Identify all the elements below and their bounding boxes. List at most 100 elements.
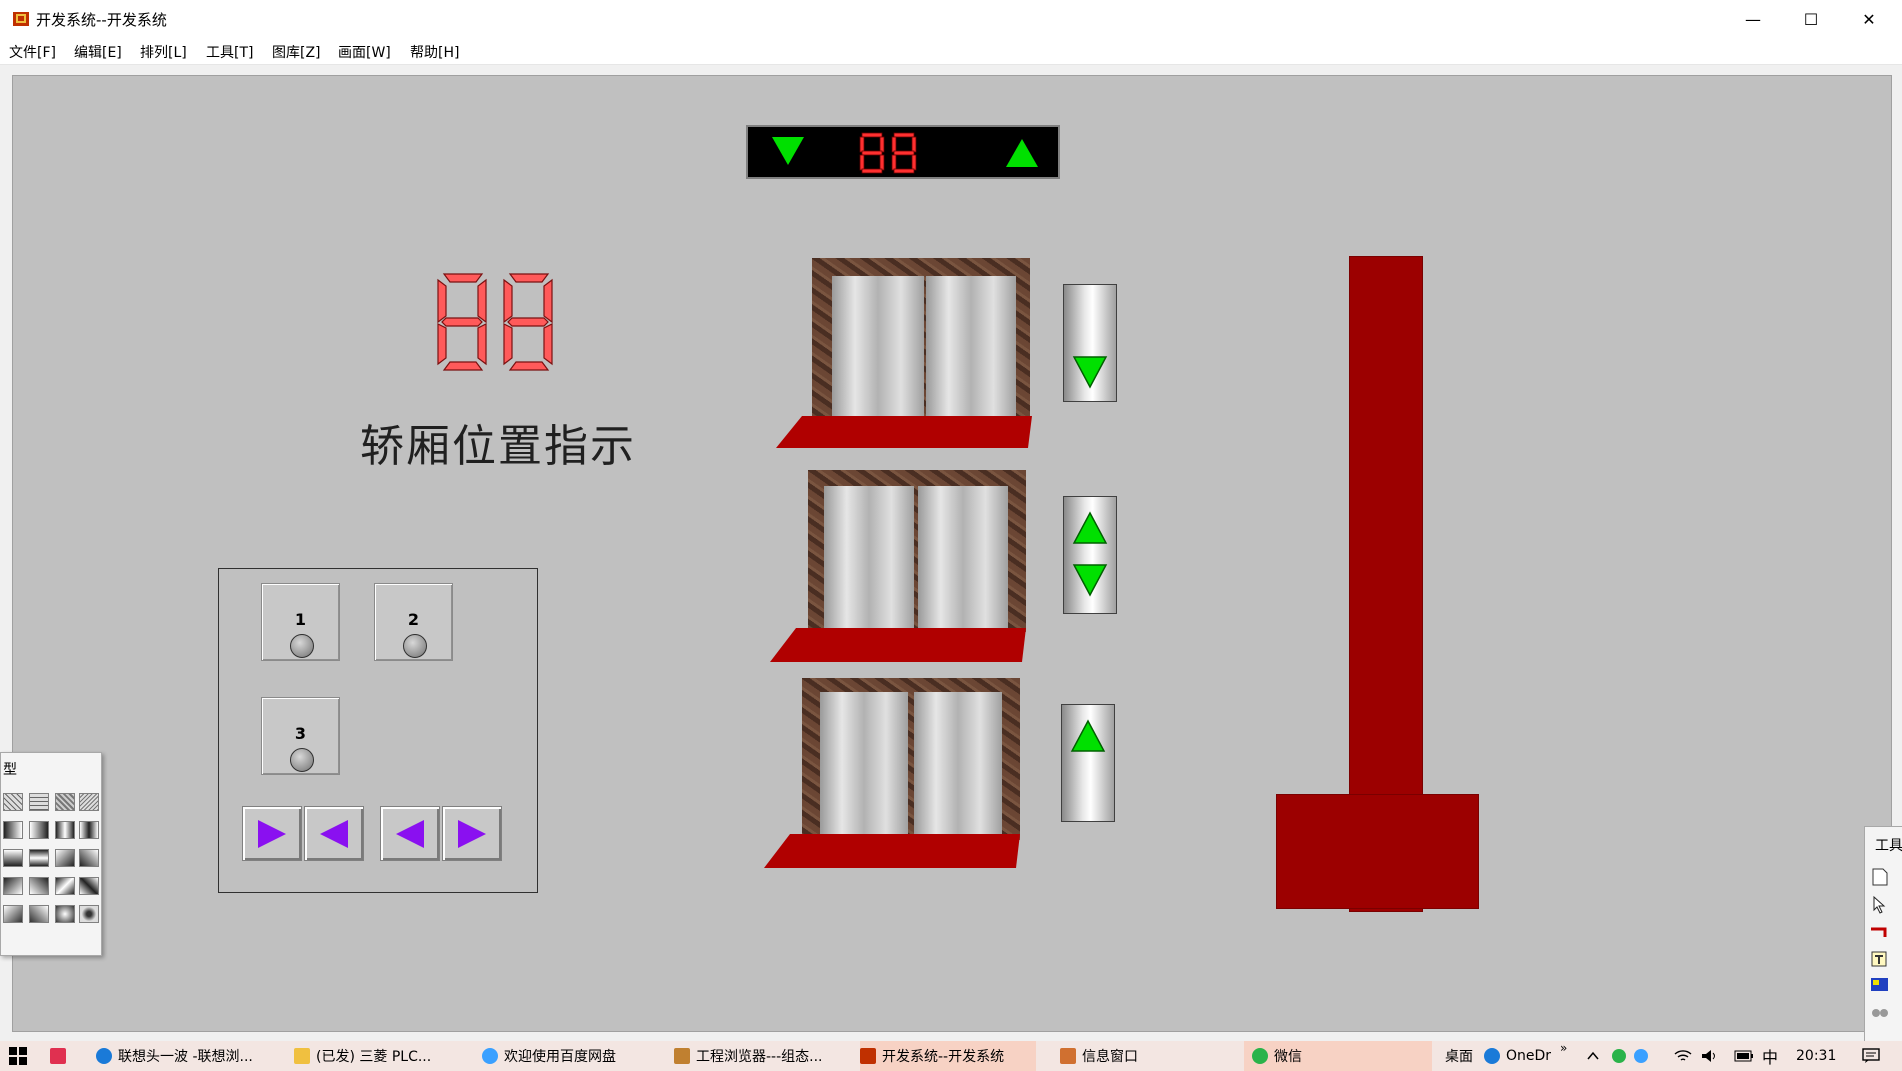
gradient-swatch[interactable] bbox=[3, 821, 23, 839]
floor-button-3[interactable]: 3 bbox=[261, 697, 340, 775]
gradient-swatch[interactable] bbox=[79, 905, 99, 923]
toolbar-overflow[interactable]: » bbox=[1560, 1033, 1567, 1063]
wifi-icon[interactable] bbox=[1674, 1048, 1692, 1064]
gradient-swatch[interactable] bbox=[3, 849, 23, 867]
elevator-door-floor-1[interactable] bbox=[764, 676, 1024, 876]
floor-mat bbox=[776, 416, 1032, 448]
door-panel-right bbox=[918, 486, 1008, 630]
folder-icon bbox=[294, 1048, 310, 1064]
gradient-swatch[interactable] bbox=[29, 877, 49, 895]
taskbar-item-wechat[interactable]: 微信 bbox=[1244, 1041, 1432, 1071]
gradient-swatch[interactable] bbox=[79, 849, 99, 867]
indicator-lamp-icon bbox=[290, 748, 314, 772]
menu-screen[interactable]: 画面[W] bbox=[338, 42, 391, 62]
floor-mat bbox=[764, 834, 1020, 868]
wechat-tray-icon[interactable] bbox=[1612, 1049, 1626, 1063]
pattern-swatch[interactable] bbox=[79, 793, 99, 811]
taskbar-item-label: 微信 bbox=[1274, 1049, 1302, 1065]
car-position-display bbox=[437, 273, 553, 371]
toolbox-title: 工具 bbox=[1875, 838, 1902, 854]
call-box-floor-2[interactable] bbox=[1063, 496, 1117, 614]
onedrive-label: OneDr bbox=[1506, 1048, 1552, 1064]
gradient-swatch[interactable] bbox=[79, 821, 99, 839]
floor-direction-indicator[interactable] bbox=[746, 125, 1060, 179]
elevator-car[interactable] bbox=[1276, 794, 1479, 909]
text-tool-icon[interactable] bbox=[1869, 949, 1891, 969]
door-open-button-right[interactable] bbox=[442, 806, 502, 861]
fill-pattern-palette: 型 bbox=[0, 752, 102, 956]
line-tool-icon[interactable] bbox=[1869, 923, 1891, 943]
gradient-swatch[interactable] bbox=[29, 905, 49, 923]
floor-button-1[interactable]: 1 bbox=[261, 583, 340, 661]
cloud-icon bbox=[482, 1048, 498, 1064]
pattern-swatch[interactable] bbox=[29, 793, 49, 811]
taskbar-item-folder[interactable]: (已发) 三菱 PLC... bbox=[294, 1041, 464, 1071]
call-up-icon[interactable] bbox=[1070, 719, 1106, 753]
door-open-right-button[interactable] bbox=[242, 806, 302, 861]
call-box-floor-3[interactable] bbox=[1063, 284, 1117, 402]
gradient-swatch[interactable] bbox=[3, 905, 23, 923]
call-up-icon[interactable] bbox=[1072, 511, 1108, 545]
battery-icon[interactable] bbox=[1734, 1050, 1754, 1062]
cloud-tray-icon[interactable] bbox=[1634, 1049, 1648, 1063]
gradient-swatch[interactable] bbox=[55, 849, 75, 867]
taskbar-item-label: 联想头一波 -联想浏... bbox=[118, 1049, 253, 1065]
menu-gallery[interactable]: 图库[Z] bbox=[272, 42, 321, 62]
taskbar-item-dev-system[interactable]: 开发系统--开发系统 bbox=[860, 1041, 1036, 1071]
menu-bar: 文件[F] 编辑[E] 排列[L] 工具[T] 图库[Z] 画面[W] 帮助[H… bbox=[0, 38, 1902, 65]
taskbar-item-browser[interactable]: 联想头一波 -联想浏... bbox=[96, 1041, 276, 1071]
pointer-icon[interactable] bbox=[1869, 895, 1891, 915]
gradient-swatch[interactable] bbox=[79, 877, 99, 895]
elevator-door-floor-2[interactable] bbox=[770, 468, 1030, 668]
elevator-door-floor-3[interactable] bbox=[776, 256, 1036, 456]
play-left-icon bbox=[396, 819, 424, 848]
desktop-toolbar-label[interactable]: 桌面 bbox=[1445, 1041, 1473, 1071]
door-panel-left bbox=[832, 276, 924, 416]
taskbar-item-label: 工程浏览器---组态... bbox=[696, 1049, 823, 1065]
volume-icon[interactable] bbox=[1700, 1048, 1718, 1064]
start-button[interactable] bbox=[4, 1041, 32, 1071]
menu-edit[interactable]: 编辑[E] bbox=[74, 42, 122, 62]
gradient-swatch[interactable] bbox=[55, 877, 75, 895]
floor-button-2[interactable]: 2 bbox=[374, 583, 453, 661]
pattern-swatch[interactable] bbox=[55, 793, 75, 811]
minimize-button[interactable]: — bbox=[1724, 0, 1782, 38]
down-arrow-icon bbox=[772, 137, 804, 165]
maximize-button[interactable]: ☐ bbox=[1782, 0, 1840, 38]
gradient-swatch[interactable] bbox=[29, 849, 49, 867]
onedrive-toolbar[interactable]: OneDr bbox=[1484, 1041, 1556, 1071]
door-close-left-button[interactable] bbox=[304, 806, 364, 861]
floor-button-label: 1 bbox=[294, 610, 307, 629]
taskbar-item-project-browser[interactable]: 工程浏览器---组态... bbox=[674, 1041, 844, 1071]
taskbar-item-info-window[interactable]: 信息窗口 bbox=[1060, 1041, 1230, 1071]
close-button[interactable]: ✕ bbox=[1840, 0, 1898, 38]
notification-icon[interactable] bbox=[1862, 1048, 1880, 1064]
clock-time[interactable]: 20:31 bbox=[1796, 1041, 1836, 1071]
menu-tools[interactable]: 工具[T] bbox=[206, 42, 253, 62]
menu-help[interactable]: 帮助[H] bbox=[410, 42, 459, 62]
menu-arrange[interactable]: 排列[L] bbox=[140, 42, 187, 62]
call-down-icon[interactable] bbox=[1072, 355, 1108, 389]
taskbar-item-baidu[interactable]: 欢迎使用百度网盘 bbox=[482, 1041, 652, 1071]
door-close-button-left[interactable] bbox=[380, 806, 440, 861]
play-right-icon bbox=[458, 819, 486, 848]
windows-logo-icon bbox=[9, 1047, 27, 1065]
taskbar-item-label: 欢迎使用百度网盘 bbox=[504, 1049, 616, 1065]
call-box-floor-1[interactable] bbox=[1061, 704, 1115, 822]
gradient-swatch[interactable] bbox=[55, 821, 75, 839]
gradient-swatch[interactable] bbox=[55, 905, 75, 923]
gradient-swatch[interactable] bbox=[29, 821, 49, 839]
pattern-swatch[interactable] bbox=[3, 793, 23, 811]
image-tool-icon[interactable] bbox=[1869, 975, 1891, 995]
call-down-icon[interactable] bbox=[1072, 563, 1108, 597]
ime-indicator[interactable]: 中 bbox=[1762, 1041, 1778, 1071]
component-tool-icon[interactable] bbox=[1869, 1003, 1891, 1023]
menu-file[interactable]: 文件[F] bbox=[9, 42, 56, 62]
door-panel-left bbox=[824, 486, 914, 630]
seven-segment-display-small bbox=[859, 132, 917, 174]
app-icon bbox=[50, 1048, 66, 1064]
taskbar-pinned-app[interactable] bbox=[50, 1041, 74, 1071]
gradient-swatch[interactable] bbox=[3, 877, 23, 895]
chevron-up-icon[interactable] bbox=[1586, 1049, 1600, 1063]
new-page-icon[interactable] bbox=[1869, 867, 1891, 887]
